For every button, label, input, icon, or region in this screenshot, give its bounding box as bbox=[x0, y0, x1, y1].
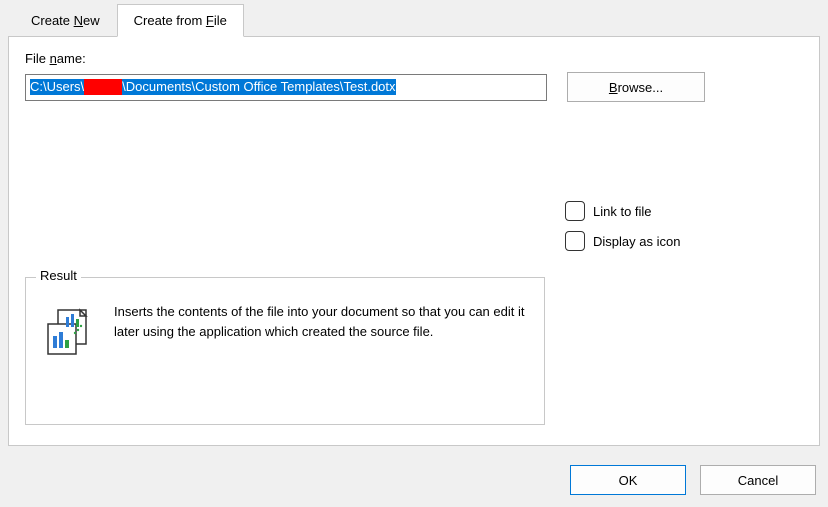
tab-label: Create New bbox=[31, 13, 100, 28]
dialog-buttons: OK Cancel bbox=[570, 465, 816, 495]
cancel-button[interactable]: Cancel bbox=[700, 465, 816, 495]
link-to-file-label: Link to file bbox=[593, 204, 652, 219]
link-to-file-checkbox[interactable]: Link to file bbox=[565, 201, 680, 221]
tab-create-new[interactable]: Create New bbox=[14, 4, 117, 37]
tab-label: Create from File bbox=[134, 13, 227, 28]
ok-button-label: OK bbox=[619, 473, 638, 488]
display-as-icon-checkbox[interactable]: Display as icon bbox=[565, 231, 680, 251]
panel-create-from-file: File name: C:\Users\\Documents\Custom Of… bbox=[8, 36, 820, 446]
insert-object-icon bbox=[44, 306, 96, 358]
options-group: Link to file Display as icon bbox=[565, 201, 680, 251]
file-name-input[interactable]: C:\Users\\Documents\Custom Office Templa… bbox=[25, 74, 547, 101]
file-name-value: C:\Users\\Documents\Custom Office Templa… bbox=[30, 79, 396, 96]
ok-button[interactable]: OK bbox=[570, 465, 686, 495]
file-name-label: File name: bbox=[25, 51, 803, 66]
checkbox-icon bbox=[565, 201, 585, 221]
tab-bar: Create New Create from File bbox=[0, 0, 828, 37]
result-text: Inserts the contents of the file into yo… bbox=[114, 302, 526, 341]
result-groupbox: Result Inserts the conten bbox=[25, 277, 545, 425]
display-as-icon-label: Display as icon bbox=[593, 234, 680, 249]
browse-button[interactable]: Browse... bbox=[567, 72, 705, 102]
cancel-button-label: Cancel bbox=[738, 473, 778, 488]
tab-create-from-file[interactable]: Create from File bbox=[117, 4, 244, 37]
redacted-username bbox=[84, 79, 122, 95]
checkbox-icon bbox=[565, 231, 585, 251]
result-legend: Result bbox=[36, 268, 81, 283]
